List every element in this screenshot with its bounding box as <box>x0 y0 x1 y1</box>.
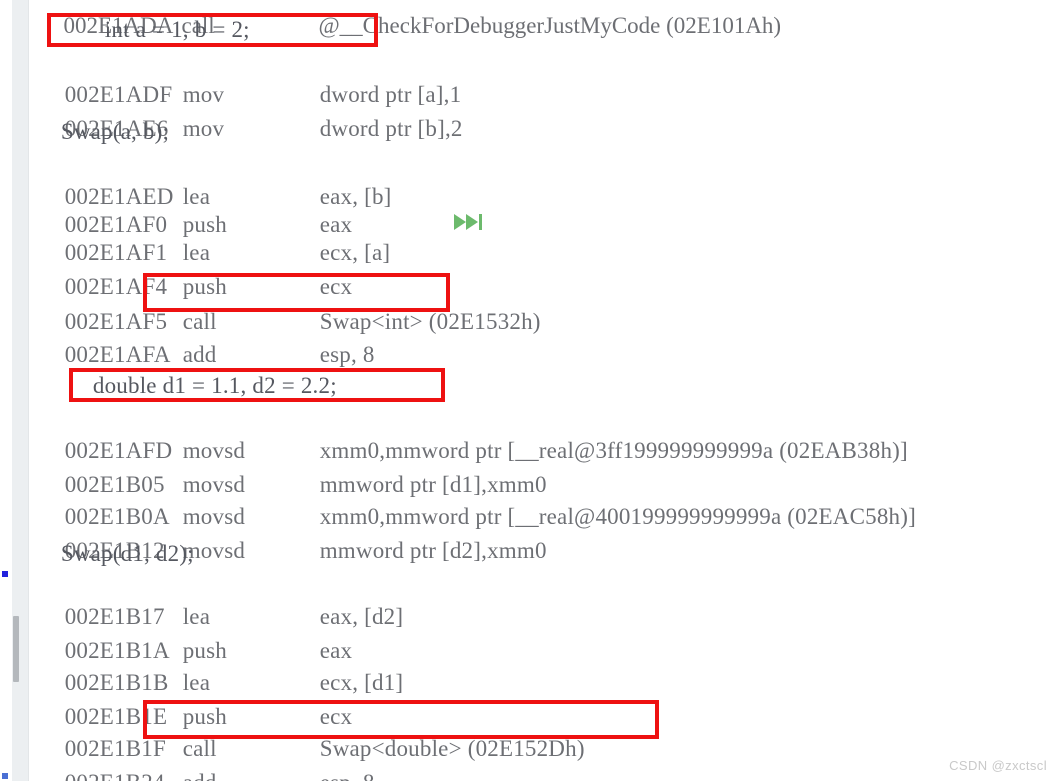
skip-forward-marker-icon[interactable] <box>453 211 487 233</box>
disassembly-line: 002E1ADF mov dword ptr [a],1 <box>29 48 461 107</box>
line-mnemonic: movsd <box>182 538 246 563</box>
line-operands: @__CheckForDebuggerJustMyCode (02E101Ah) <box>318 13 782 38</box>
disassembly-line: 002E1AFA add esp, 8 <box>29 308 375 367</box>
line-operands: esp, 8 <box>319 342 375 367</box>
source-line: Swap(a, b); <box>43 119 170 144</box>
disassembly-line: 002E1AF5 call Swap<int> (02E1532h) <box>29 275 541 334</box>
disassembly-line: 002E1B12 movsd mmword ptr [d2],xmm0 <box>29 504 547 563</box>
source-line: int a = 1, b = 2; <box>81 17 250 42</box>
bookmark-marker-icon[interactable] <box>2 773 8 779</box>
line-operands: esp, 8 <box>320 770 375 781</box>
disassembly-line: 002E1AF0 push eax <box>29 178 352 237</box>
source-line: Swap(d1, d2); <box>43 541 194 566</box>
line-mnemonic: add <box>183 767 320 781</box>
disassembly-line: 002E1AF4 push ecx <box>29 240 352 299</box>
disassembly-line: 002E1B1E push ecx <box>29 670 352 729</box>
disassembly-line: 002E1B17 lea eax, [d2] <box>29 570 403 629</box>
disassembly-code-area[interactable]: 002E1ADA call @__CheckForDebuggerJustMyCod… <box>29 0 1059 781</box>
line-operands: dword ptr [b],2 <box>319 116 463 141</box>
line-mnemonic: mov <box>182 116 225 141</box>
disassembly-window: 002E1ADA call @__CheckForDebuggerJustMyCod… <box>0 0 1059 781</box>
watermark-text: CSDN @zxctscl <box>949 758 1047 773</box>
disassembly-line: 002E1B1B lea ecx, [d1] <box>29 636 403 695</box>
disassembly-line: 002E1B1F call Swap<double> (02E152Dh) <box>29 702 585 761</box>
bookmark-marker-icon[interactable] <box>2 571 8 577</box>
disassembly-line: 002E1B24addesp, 8 <box>29 736 375 781</box>
disassembly-line: 002E1AE6 mov dword ptr [b],2 <box>29 82 463 141</box>
disassembly-line: 002E1AF1 lea ecx, [a] <box>29 206 390 265</box>
editor-gutter <box>0 0 29 781</box>
disassembly-line: 002E1AFD movsd xmm0,mmword ptr [__real@3ff… <box>29 404 908 463</box>
clipped-top-line: 002E1ADA call @__CheckForDebuggerJustMyCod… <box>29 0 782 38</box>
line-mnemonic: add <box>182 342 217 367</box>
line-address: 002E1B24 <box>65 767 183 781</box>
source-line: double d1 = 1.1, d2 = 2.2; <box>81 373 337 398</box>
disassembly-line: 002E1B1A push eax <box>29 604 352 663</box>
line-operands: mmword ptr [d2],xmm0 <box>319 538 547 563</box>
line-address: 002E1AFA <box>64 342 171 367</box>
disassembly-line: 002E1B05 movsd mmword ptr [d1],xmm0 <box>29 438 547 497</box>
disassembly-line: 002E1B0A movsd xmm0,mmword ptr [__real@400… <box>29 470 916 529</box>
vertical-scrollbar-thumb[interactable] <box>13 616 19 682</box>
disassembly-line: 002E1AED lea eax, [b] <box>29 150 392 209</box>
